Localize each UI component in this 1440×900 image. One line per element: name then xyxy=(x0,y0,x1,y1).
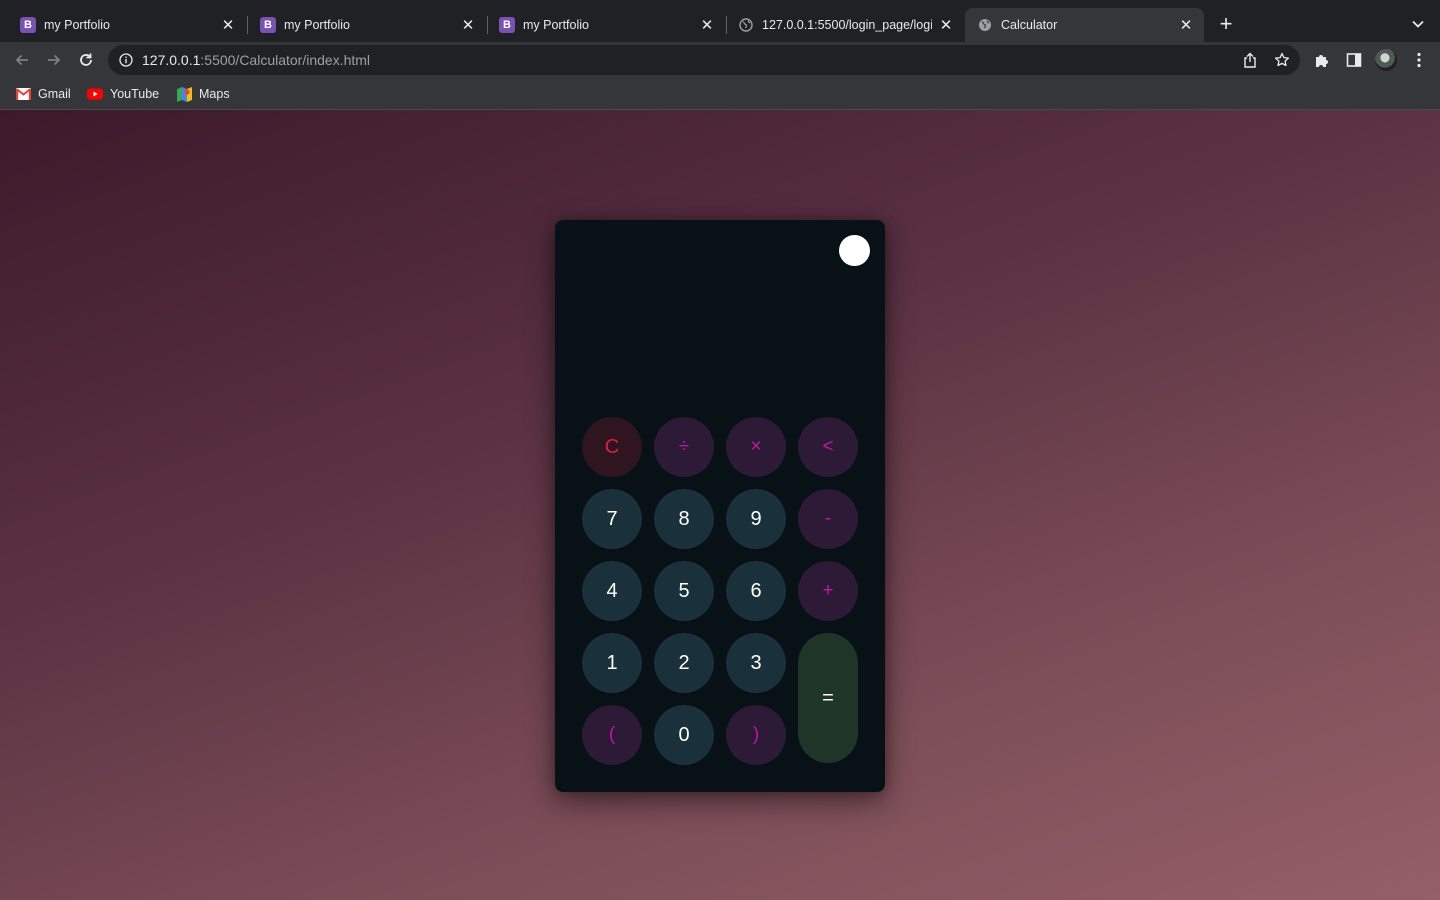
bookmark-star-icon[interactable] xyxy=(1274,52,1290,68)
reload-button[interactable] xyxy=(72,46,100,74)
tab-calculator[interactable]: Calculator ✕ xyxy=(965,8,1204,42)
calculator: C ÷ × < 7 8 9 - 4 5 6 + 1 2 3 = ( 0 ) xyxy=(555,220,885,792)
digit-1-button[interactable]: 1 xyxy=(582,633,642,693)
extensions-puzzle-icon[interactable] xyxy=(1312,50,1332,70)
profile-avatar[interactable] xyxy=(1375,49,1397,71)
tab-title: Calculator xyxy=(1001,18,1058,32)
close-paren-button[interactable]: ) xyxy=(726,705,786,765)
clear-button[interactable]: C xyxy=(582,417,642,477)
theme-toggle-button[interactable] xyxy=(839,235,870,266)
digit-4-button[interactable]: 4 xyxy=(582,561,642,621)
digit-0-button[interactable]: 0 xyxy=(654,705,714,765)
url-host: 127.0.0.1 xyxy=(142,52,201,68)
digit-8-button[interactable]: 8 xyxy=(654,489,714,549)
toolbar: 127.0.0.1:5500/Calculator/index.html xyxy=(0,42,1440,78)
bookmark-label: YouTube xyxy=(110,87,160,101)
tab-title: my Portfolio xyxy=(523,18,589,32)
tab-my-portfolio-3[interactable]: B my Portfolio ✕ xyxy=(487,8,725,42)
minus-button[interactable]: - xyxy=(798,489,858,549)
url-text: 127.0.0.1:5500/Calculator/index.html xyxy=(142,52,370,68)
close-icon[interactable]: ✕ xyxy=(1178,17,1194,34)
address-bar[interactable]: 127.0.0.1:5500/Calculator/index.html xyxy=(108,45,1300,75)
info-icon[interactable] xyxy=(118,52,134,68)
browser-window: B my Portfolio ✕ B my Portfolio ✕ B my P… xyxy=(0,0,1440,900)
youtube-icon xyxy=(87,86,103,102)
equals-button[interactable]: = xyxy=(798,633,858,763)
tab-title: my Portfolio xyxy=(284,18,350,32)
maps-icon xyxy=(176,86,192,102)
digit-2-button[interactable]: 2 xyxy=(654,633,714,693)
digit-6-button[interactable]: 6 xyxy=(726,561,786,621)
close-icon[interactable]: ✕ xyxy=(938,17,954,34)
reload-icon xyxy=(80,53,92,66)
tab-title: my Portfolio xyxy=(44,18,110,32)
divide-button[interactable]: ÷ xyxy=(654,417,714,477)
kebab-menu-icon[interactable] xyxy=(1409,50,1429,70)
bookmark-label: Maps xyxy=(199,87,230,101)
close-icon[interactable]: ✕ xyxy=(460,17,476,34)
bookmark-label: Gmail xyxy=(38,87,71,101)
digit-3-button[interactable]: 3 xyxy=(726,633,786,693)
close-icon[interactable]: ✕ xyxy=(699,17,715,34)
back-button[interactable] xyxy=(8,46,36,74)
tab-login-page[interactable]: 127.0.0.1:5500/login_page/login ✕ xyxy=(726,8,964,42)
close-icon[interactable]: ✕ xyxy=(220,17,236,34)
digit-5-button[interactable]: 5 xyxy=(654,561,714,621)
url-path: :5500/Calculator/index.html xyxy=(200,52,371,68)
new-tab-button[interactable]: + xyxy=(1214,11,1238,36)
side-panel-icon[interactable] xyxy=(1344,50,1364,70)
globe-icon xyxy=(977,17,993,33)
calculator-display xyxy=(579,280,861,400)
bootstrap-icon: B xyxy=(499,17,515,33)
tab-my-portfolio-2[interactable]: B my Portfolio ✕ xyxy=(248,8,486,42)
forward-arrow-icon xyxy=(48,54,61,66)
share-icon[interactable] xyxy=(1242,52,1258,68)
tab-title: 127.0.0.1:5500/login_page/login xyxy=(762,18,932,32)
page-content: C ÷ × < 7 8 9 - 4 5 6 + 1 2 3 = ( 0 ) xyxy=(0,110,1440,900)
chevron-down-icon[interactable] xyxy=(1406,12,1430,36)
open-paren-button[interactable]: ( xyxy=(582,705,642,765)
back-arrow-icon xyxy=(15,54,28,66)
plus-button[interactable]: + xyxy=(798,561,858,621)
digit-7-button[interactable]: 7 xyxy=(582,489,642,549)
tab-strip: B my Portfolio ✕ B my Portfolio ✕ B my P… xyxy=(0,0,1440,42)
forward-button[interactable] xyxy=(40,46,68,74)
bookmark-maps[interactable]: Maps xyxy=(176,84,230,104)
bootstrap-icon: B xyxy=(260,17,276,33)
globe-icon xyxy=(738,17,754,33)
tab-my-portfolio-1[interactable]: B my Portfolio ✕ xyxy=(8,8,246,42)
gmail-icon xyxy=(15,86,31,102)
digit-9-button[interactable]: 9 xyxy=(726,489,786,549)
multiply-button[interactable]: × xyxy=(726,417,786,477)
bootstrap-icon: B xyxy=(20,17,36,33)
bookmarks-bar: Gmail YouTube Maps xyxy=(0,78,1440,110)
bookmark-youtube[interactable]: YouTube xyxy=(87,84,159,104)
backspace-button[interactable]: < xyxy=(798,417,858,477)
bookmark-gmail[interactable]: Gmail xyxy=(15,84,71,104)
